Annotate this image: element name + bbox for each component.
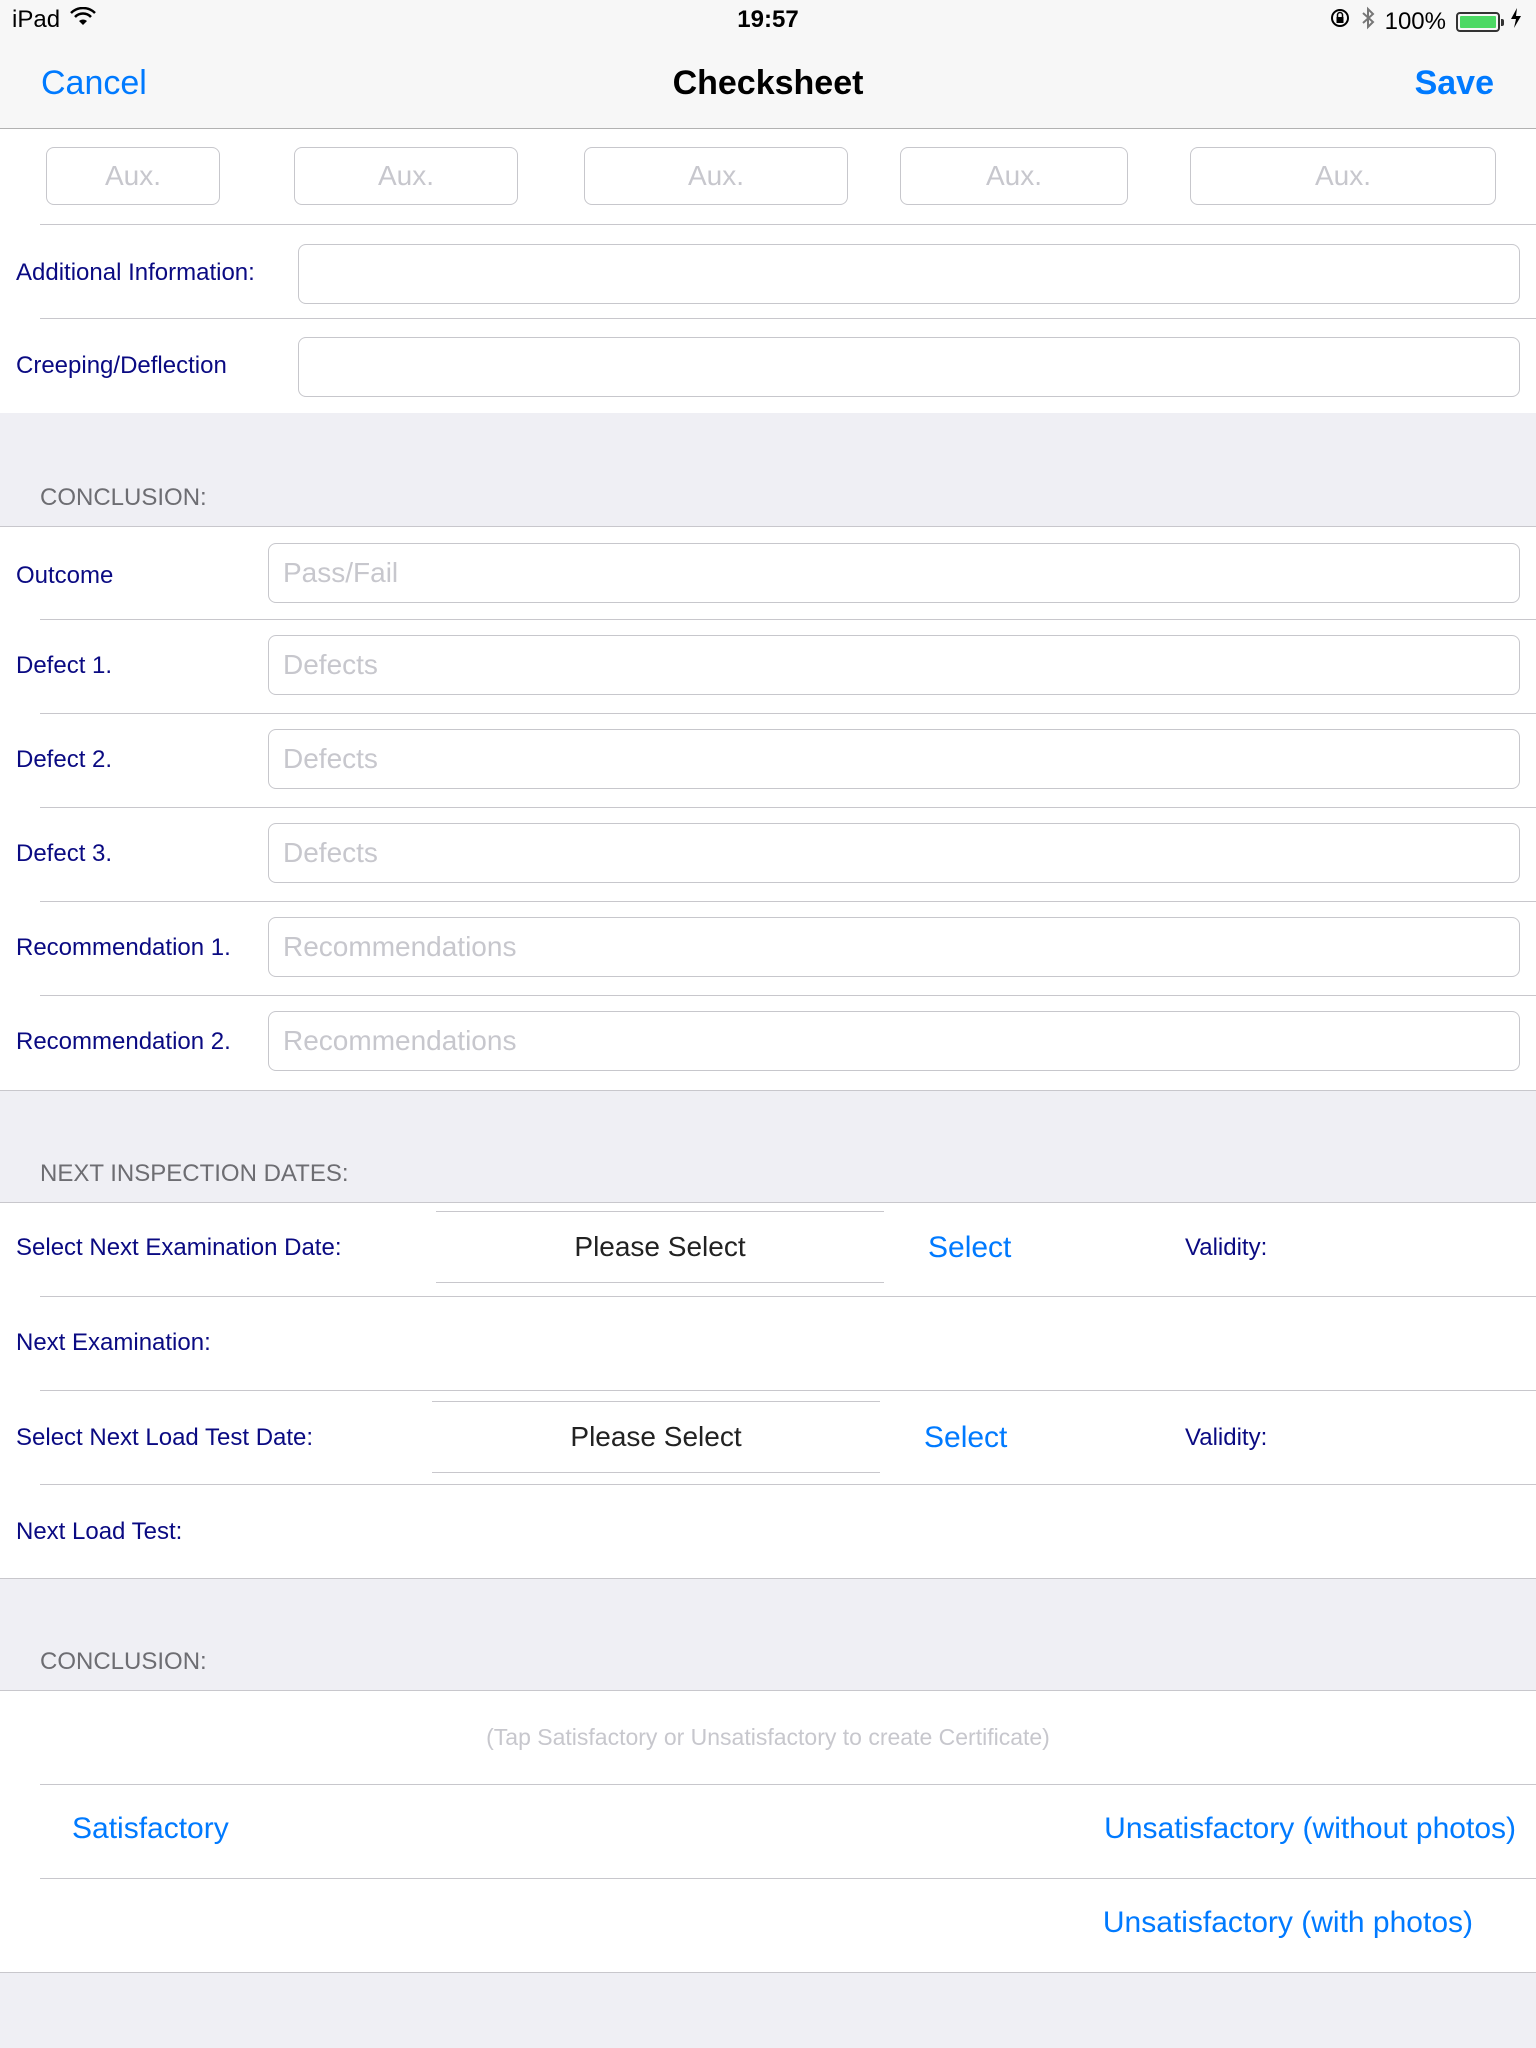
divider [40, 1784, 1536, 1785]
divider [40, 318, 1536, 319]
next-load-test-select-button[interactable]: Select [924, 1421, 1007, 1455]
page-title: Checksheet [672, 64, 864, 102]
certificate-hint: (Tap Satisfactory or Unsatisfactory to c… [486, 1724, 1050, 1750]
divider [40, 619, 1536, 620]
bluetooth-icon [1361, 6, 1375, 37]
aux-field-4[interactable]: Aux. [900, 147, 1128, 205]
battery-fill [1460, 15, 1496, 28]
recommendation-1-label: Recommendation 1. [16, 934, 231, 961]
unsatisfactory-without-photos-button[interactable]: Unsatisfactory (without photos) [1104, 1812, 1516, 1846]
divider [40, 224, 1536, 225]
next-exam-date-picker[interactable]: Please Select [436, 1211, 884, 1283]
creeping-deflection-input[interactable] [298, 337, 1520, 397]
divider [40, 901, 1536, 902]
recommendation-2-label: Recommendation 2. [16, 1028, 231, 1055]
creeping-deflection-label: Creeping/Deflection [16, 352, 227, 379]
defect-3-input[interactable]: Defects [268, 823, 1520, 883]
divider [40, 995, 1536, 996]
load-test-validity-label: Validity: [1185, 1424, 1268, 1451]
details-group: Aux. Aux. Aux. Aux. Aux. Additional Info… [0, 129, 1536, 413]
charging-icon [1510, 7, 1522, 36]
divider [40, 807, 1536, 808]
divider [40, 713, 1536, 714]
battery-percent: 100% [1384, 7, 1446, 35]
additional-info-input[interactable] [298, 244, 1520, 304]
certificate-section-header: CONCLUSION: [40, 1648, 207, 1675]
recommendation-1-input[interactable]: Recommendations [268, 917, 1520, 977]
divider [40, 1296, 1536, 1297]
certificate-group: (Tap Satisfactory or Unsatisfactory to c… [0, 1690, 1536, 1973]
save-button[interactable]: Save [1415, 64, 1494, 103]
next-load-test-date-label: Select Next Load Test Date: [16, 1424, 314, 1451]
next-exam-select-button[interactable]: Select [928, 1231, 1011, 1265]
divider [40, 1484, 1536, 1485]
aux-field-5[interactable]: Aux. [1190, 147, 1496, 205]
aux-field-2[interactable]: Aux. [294, 147, 518, 205]
defect-1-label: Defect 1. [16, 652, 113, 679]
next-examination-label: Next Examination: [16, 1329, 211, 1356]
defect-2-input[interactable]: Defects [268, 729, 1520, 789]
next-exam-date-label: Select Next Examination Date: [16, 1234, 342, 1261]
next-inspection-group: Select Next Examination Date: Please Sel… [0, 1202, 1536, 1579]
recommendation-2-input[interactable]: Recommendations [268, 1011, 1520, 1071]
exam-validity-label: Validity: [1185, 1234, 1268, 1261]
aux-field-3[interactable]: Aux. [584, 147, 848, 205]
defect-1-input[interactable]: Defects [268, 635, 1520, 695]
next-inspection-section-header: NEXT INSPECTION DATES: [40, 1160, 349, 1187]
battery-icon [1456, 11, 1504, 32]
divider [40, 1390, 1536, 1391]
next-load-test-date-picker[interactable]: Please Select [432, 1401, 880, 1473]
navigation-bar: Cancel Checksheet Save [0, 40, 1536, 129]
status-right: 100% [1329, 6, 1522, 37]
defect-3-label: Defect 3. [16, 840, 113, 867]
conclusion-section-header: CONCLUSION: [40, 484, 207, 511]
defect-2-label: Defect 2. [16, 746, 113, 773]
additional-info-label: Additional Information: [16, 259, 255, 286]
status-bar: iPad 19:57 100% [0, 0, 1536, 40]
aux-field-1[interactable]: Aux. [46, 147, 220, 205]
rotation-lock-icon [1329, 7, 1351, 36]
status-time: 19:57 [737, 6, 799, 33]
satisfactory-button[interactable]: Satisfactory [72, 1812, 229, 1846]
outcome-label: Outcome [16, 562, 114, 589]
next-load-test-label: Next Load Test: [16, 1518, 183, 1545]
outcome-input[interactable]: Pass/Fail [268, 543, 1520, 603]
conclusion-group: Outcome Pass/Fail Defect 1. Defects Defe… [0, 526, 1536, 1091]
unsatisfactory-with-photos-button[interactable]: Unsatisfactory (with photos) [1103, 1906, 1473, 1940]
divider [40, 1878, 1536, 1879]
